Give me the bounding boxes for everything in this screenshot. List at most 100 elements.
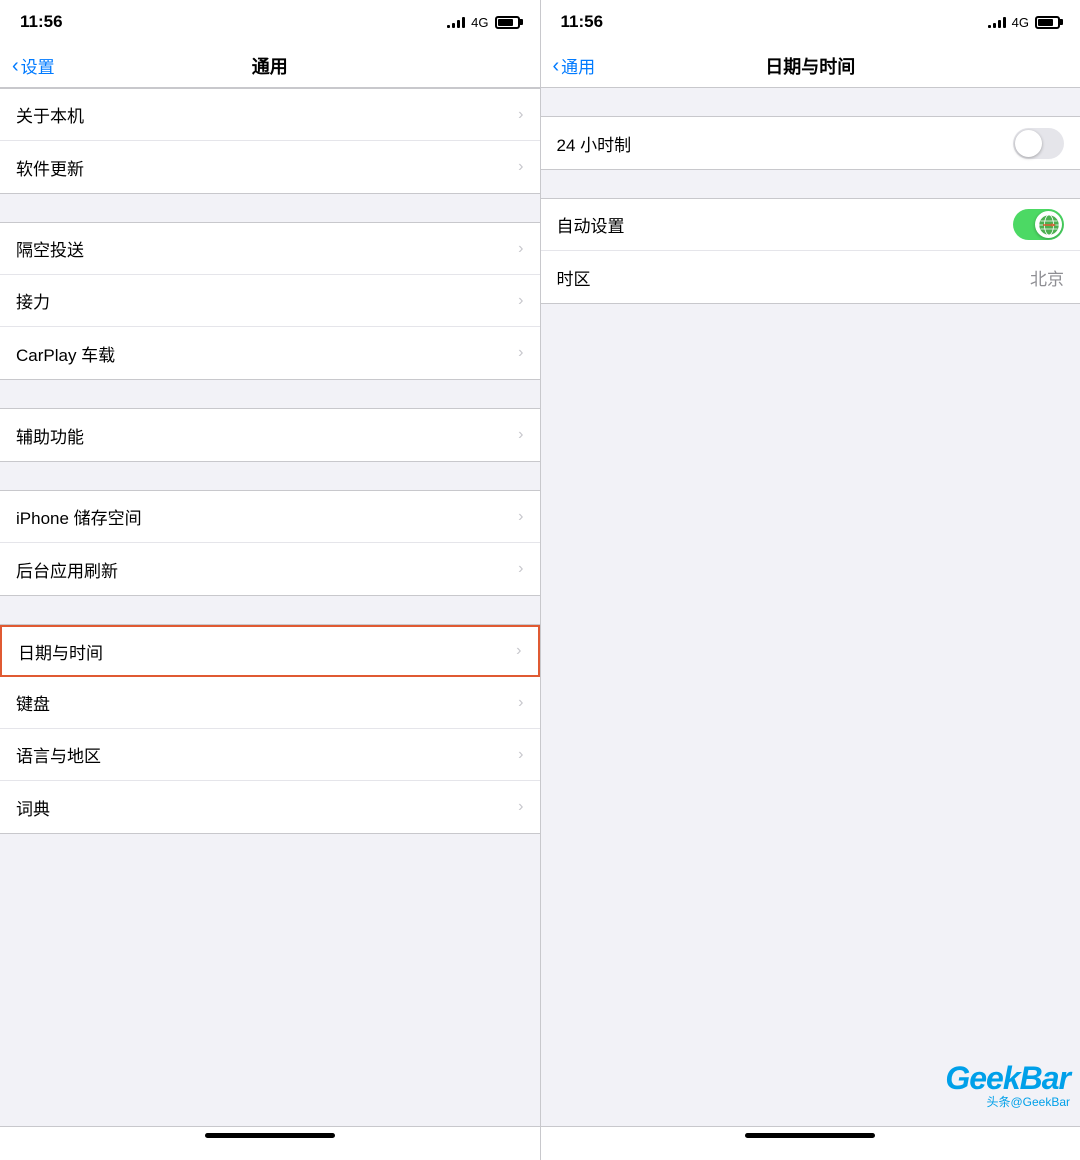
left-status-icons: 4G: [447, 15, 519, 30]
24hour-row[interactable]: 24 小时制: [541, 117, 1080, 169]
left-gap-1: [0, 194, 540, 222]
software-label: 软件更新: [16, 155, 84, 180]
24hour-label: 24 小时制: [557, 131, 632, 156]
left-bottom-bar: [0, 1126, 540, 1160]
right-signal-bar-3: [998, 20, 1001, 28]
right-bottom-bar: [541, 1126, 1080, 1160]
left-nav-bar: ‹ 设置 通用: [0, 44, 540, 88]
autoset-toggle[interactable]: [1013, 209, 1064, 240]
left-status-bar: 11:56 4G: [0, 0, 540, 44]
geekbar-logo: GeekBar: [945, 1060, 1070, 1097]
globe-icon: [1038, 214, 1060, 236]
left-section-1: 关于本机 › 软件更新 ›: [0, 88, 540, 194]
signal-bar-1: [447, 25, 450, 28]
right-gap-top: [541, 88, 1080, 116]
geekbar-sub-text: 头条@GeekBar: [986, 1093, 1070, 1110]
handoff-label: 接力: [16, 288, 50, 313]
left-phone-screen: 11:56 4G ‹ 设置 通用 关于本机 ›: [0, 0, 540, 1160]
right-signal-bar-1: [988, 25, 991, 28]
airdrop-row[interactable]: 隔空投送 ›: [0, 223, 540, 275]
signal-bar-3: [457, 20, 460, 28]
right-battery-fill: [1038, 19, 1053, 26]
dictionary-label: 词典: [16, 795, 50, 820]
left-bottom-space: [0, 834, 540, 914]
right-home-indicator: [745, 1133, 875, 1138]
left-settings-content: 关于本机 › 软件更新 › 隔空投送 › 接力 › CarPlay 车载 ›: [0, 88, 540, 1126]
right-section-2: 自动设置: [541, 198, 1080, 304]
right-back-arrow-icon: ‹: [553, 56, 560, 76]
autoset-label: 自动设置: [557, 212, 625, 237]
handoff-row[interactable]: 接力 ›: [0, 275, 540, 327]
about-row[interactable]: 关于本机 ›: [0, 89, 540, 141]
left-gap-4: [0, 596, 540, 624]
right-signal-bar-4: [1003, 17, 1006, 28]
airdrop-chevron-icon: ›: [518, 240, 523, 258]
left-network-label: 4G: [471, 15, 488, 30]
accessibility-label: 辅助功能: [16, 423, 84, 448]
geekbar-watermark: GeekBar 头条@GeekBar: [945, 1060, 1070, 1110]
right-bottom-space: [541, 304, 1080, 604]
storage-label: iPhone 储存空间: [16, 504, 142, 529]
right-status-icons: 4G: [988, 15, 1060, 30]
timezone-value: 北京: [1030, 265, 1064, 290]
left-back-label: 设置: [21, 53, 55, 78]
signal-bar-4: [462, 17, 465, 28]
left-battery-icon: [495, 16, 520, 29]
right-battery-icon: [1035, 16, 1060, 29]
left-section-2: 隔空投送 › 接力 › CarPlay 车载 ›: [0, 222, 540, 380]
storage-row[interactable]: iPhone 储存空间 ›: [0, 491, 540, 543]
background-label: 后台应用刷新: [16, 557, 118, 582]
about-label: 关于本机: [16, 102, 84, 127]
right-status-bar: 11:56 4G: [541, 0, 1080, 44]
timezone-label: 时区: [557, 265, 591, 290]
autoset-toggle-knob: [1035, 211, 1062, 238]
battery-fill: [498, 19, 513, 26]
right-phone-screen: 11:56 4G ‹ 通用 日期与时间 24 小时制: [541, 0, 1080, 1160]
accessibility-chevron-icon: ›: [518, 426, 523, 444]
keyboard-row[interactable]: 键盘 ›: [0, 677, 540, 729]
left-back-button[interactable]: ‹ 设置: [12, 53, 55, 78]
storage-chevron-icon: ›: [518, 508, 523, 526]
language-label: 语言与地区: [16, 742, 101, 767]
background-row[interactable]: 后台应用刷新 ›: [0, 543, 540, 595]
timezone-right: 北京: [1030, 265, 1064, 290]
geekbar-bar-text: Bar: [1020, 1060, 1070, 1096]
right-nav-title: 日期与时间: [765, 53, 855, 79]
carplay-label: CarPlay 车载: [16, 341, 115, 366]
right-settings-content: 24 小时制 自动设置: [541, 88, 1080, 1126]
dictionary-row[interactable]: 词典 ›: [0, 781, 540, 833]
autoset-row[interactable]: 自动设置: [541, 199, 1080, 251]
24hour-toggle[interactable]: [1013, 128, 1064, 159]
airdrop-label: 隔空投送: [16, 236, 84, 261]
right-section-1: 24 小时制: [541, 116, 1080, 170]
left-back-arrow-icon: ‹: [12, 56, 19, 76]
software-row[interactable]: 软件更新 ›: [0, 141, 540, 193]
left-section-3: 辅助功能 ›: [0, 408, 540, 462]
language-chevron-icon: ›: [518, 746, 523, 764]
carplay-chevron-icon: ›: [518, 344, 523, 362]
keyboard-label: 键盘: [16, 690, 50, 715]
accessibility-row[interactable]: 辅助功能 ›: [0, 409, 540, 461]
signal-bar-2: [452, 23, 455, 28]
right-signal-bars-icon: [988, 16, 1006, 28]
24hour-toggle-knob: [1015, 130, 1042, 157]
left-section-5: 日期与时间 › 键盘 › 语言与地区 › 词典 ›: [0, 624, 540, 834]
right-back-button[interactable]: ‹ 通用: [553, 53, 596, 78]
signal-bars-icon: [447, 16, 465, 28]
language-row[interactable]: 语言与地区 ›: [0, 729, 540, 781]
keyboard-chevron-icon: ›: [518, 694, 523, 712]
left-gap-3: [0, 462, 540, 490]
timezone-row[interactable]: 时区 北京: [541, 251, 1080, 303]
right-network-label: 4G: [1012, 15, 1029, 30]
datetime-row[interactable]: 日期与时间 ›: [0, 625, 540, 677]
right-status-time: 11:56: [561, 12, 604, 32]
left-section-4: iPhone 储存空间 › 后台应用刷新 ›: [0, 490, 540, 596]
handoff-chevron-icon: ›: [518, 292, 523, 310]
left-home-indicator: [205, 1133, 335, 1138]
carplay-row[interactable]: CarPlay 车载 ›: [0, 327, 540, 379]
left-gap-2: [0, 380, 540, 408]
background-chevron-icon: ›: [518, 560, 523, 578]
software-chevron-icon: ›: [518, 158, 523, 176]
datetime-label: 日期与时间: [18, 639, 103, 664]
dictionary-chevron-icon: ›: [518, 798, 523, 816]
